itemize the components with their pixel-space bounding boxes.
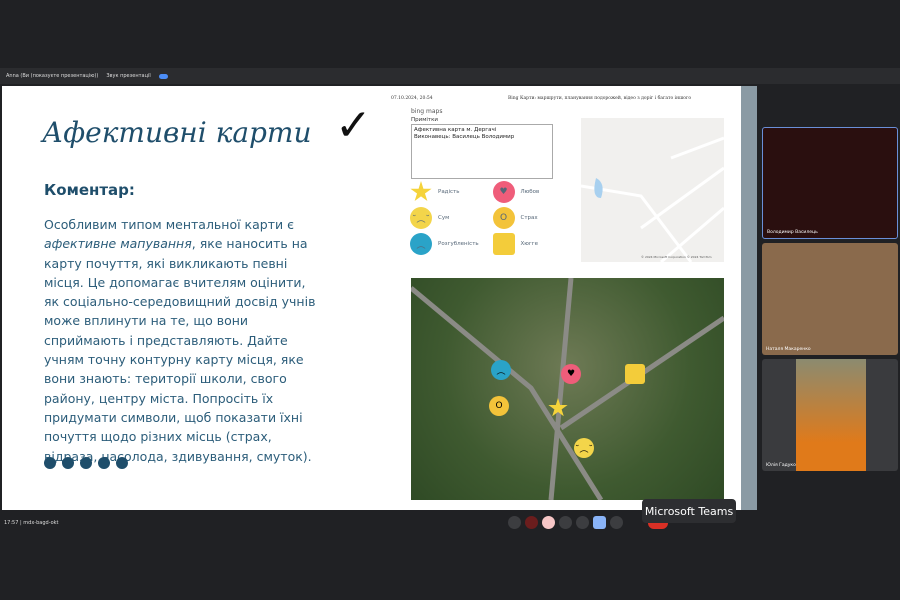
captions-button[interactable] bbox=[559, 516, 572, 529]
note-line: Виконавець: Василець Володимир bbox=[414, 134, 515, 140]
star-smile-icon bbox=[410, 181, 432, 202]
presenter-label: Anna (Ви (показуєте презентацію)) bbox=[6, 73, 99, 79]
confused-face-icon: ︵ bbox=[410, 233, 432, 255]
participant-tile[interactable]: Наталя Макаренко bbox=[762, 243, 898, 355]
map-copyright: © 2024 Microsoft Corporation © 2024 TomT… bbox=[641, 255, 712, 259]
sad-face-icon[interactable]: ˘︵˘ bbox=[574, 438, 594, 458]
pillow-icon[interactable] bbox=[625, 364, 645, 384]
legend-item: ˘︵˘ Сум bbox=[410, 207, 493, 229]
slide-body: Особливим типом ментальної карти є афект… bbox=[44, 215, 324, 466]
bottom-bar: 17:57 | mdx-bagd-okt bbox=[4, 520, 59, 526]
heart-smile-icon[interactable]: ♥ bbox=[561, 364, 581, 384]
sad-face-icon: ˘︵˘ bbox=[410, 207, 432, 229]
confused-face-icon[interactable]: ︵ bbox=[491, 360, 511, 380]
page-scrollbar[interactable] bbox=[741, 86, 757, 510]
legend-item: ♥ Любов bbox=[492, 181, 576, 203]
scream-face-icon: O bbox=[492, 207, 515, 229]
camera-button[interactable] bbox=[525, 516, 538, 529]
raise-hand-button[interactable] bbox=[610, 516, 623, 529]
embedded-map-page: 07.10.2024, 20:54 Bing Карти: маршрути, … bbox=[378, 86, 741, 510]
present-button[interactable] bbox=[593, 516, 606, 529]
tooltip: Microsoft Teams bbox=[642, 499, 736, 523]
legend-item: ︵ Розгубленість bbox=[410, 233, 493, 255]
satellite-map[interactable]: ︵ ♥ O ˘︵˘ bbox=[411, 278, 724, 500]
notes-box[interactable]: Афективна карта м. Дергачі Виконавець: Ва… bbox=[411, 124, 553, 179]
sound-toggle[interactable] bbox=[158, 73, 168, 79]
presentation-bar: Anna (Ви (показуєте презентацію)) Звук п… bbox=[0, 68, 900, 84]
heart-smile-icon: ♥ bbox=[492, 181, 515, 203]
participant-name: Наталя Макаренко bbox=[766, 347, 811, 352]
legend-label: Любов bbox=[520, 189, 540, 195]
legend-label: Радість bbox=[438, 189, 460, 195]
body-emphasis: афективне мапування bbox=[44, 236, 192, 252]
legend-label: Розгубленість bbox=[438, 241, 479, 247]
legend-item: Хюгге bbox=[492, 233, 576, 255]
legend-label: Хюгге bbox=[520, 241, 539, 247]
slide-subtitle: Коментар: bbox=[44, 181, 135, 199]
call-controls bbox=[508, 516, 623, 529]
mic-button[interactable] bbox=[508, 516, 521, 529]
clock: 17:57 bbox=[4, 520, 19, 526]
scream-face-icon[interactable]: O bbox=[489, 396, 509, 416]
camera-off-icon[interactable] bbox=[542, 516, 555, 529]
notes-label: Примітки bbox=[411, 117, 438, 123]
legend: Радість ♥ Любов ˘︵˘ Сум O Страх ︵ Розгублені… bbox=[410, 181, 575, 255]
body-text: , яке наносить на карту почуття, які вик… bbox=[44, 236, 316, 464]
slide-title: Афективні карти bbox=[42, 116, 312, 149]
page-header: Bing Карти: маршрути, планування подорож… bbox=[508, 96, 692, 101]
decorative-dots bbox=[44, 457, 128, 469]
legend-label: Страх bbox=[520, 215, 538, 221]
page-date: 07.10.2024, 20:54 bbox=[391, 96, 433, 101]
body-text: Особливим типом ментальної карти є bbox=[44, 217, 294, 232]
participant-tile[interactable]: Володимир Василець bbox=[762, 127, 898, 239]
meeting-code: mdx-bagd-okt bbox=[23, 520, 59, 526]
bing-logo: bing maps bbox=[411, 108, 443, 115]
checkmark-icon: ✓ bbox=[335, 100, 372, 151]
participant-name: Володимир Василець bbox=[767, 230, 818, 235]
legend-item: O Страх bbox=[492, 207, 576, 229]
participant-tile[interactable]: Юлія Гадуко bbox=[762, 359, 898, 471]
sound-label: Звук презентації bbox=[106, 73, 151, 79]
legend-label: Сум bbox=[438, 215, 450, 221]
pillow-icon bbox=[492, 233, 515, 255]
legend-item: Радість bbox=[410, 181, 493, 203]
street-map[interactable]: © 2024 Microsoft Corporation © 2024 TomT… bbox=[581, 118, 724, 262]
note-line: Афективна карта м. Дергачі bbox=[414, 127, 497, 133]
emoji-button[interactable] bbox=[576, 516, 589, 529]
participant-name: Юлія Гадуко bbox=[766, 463, 796, 468]
